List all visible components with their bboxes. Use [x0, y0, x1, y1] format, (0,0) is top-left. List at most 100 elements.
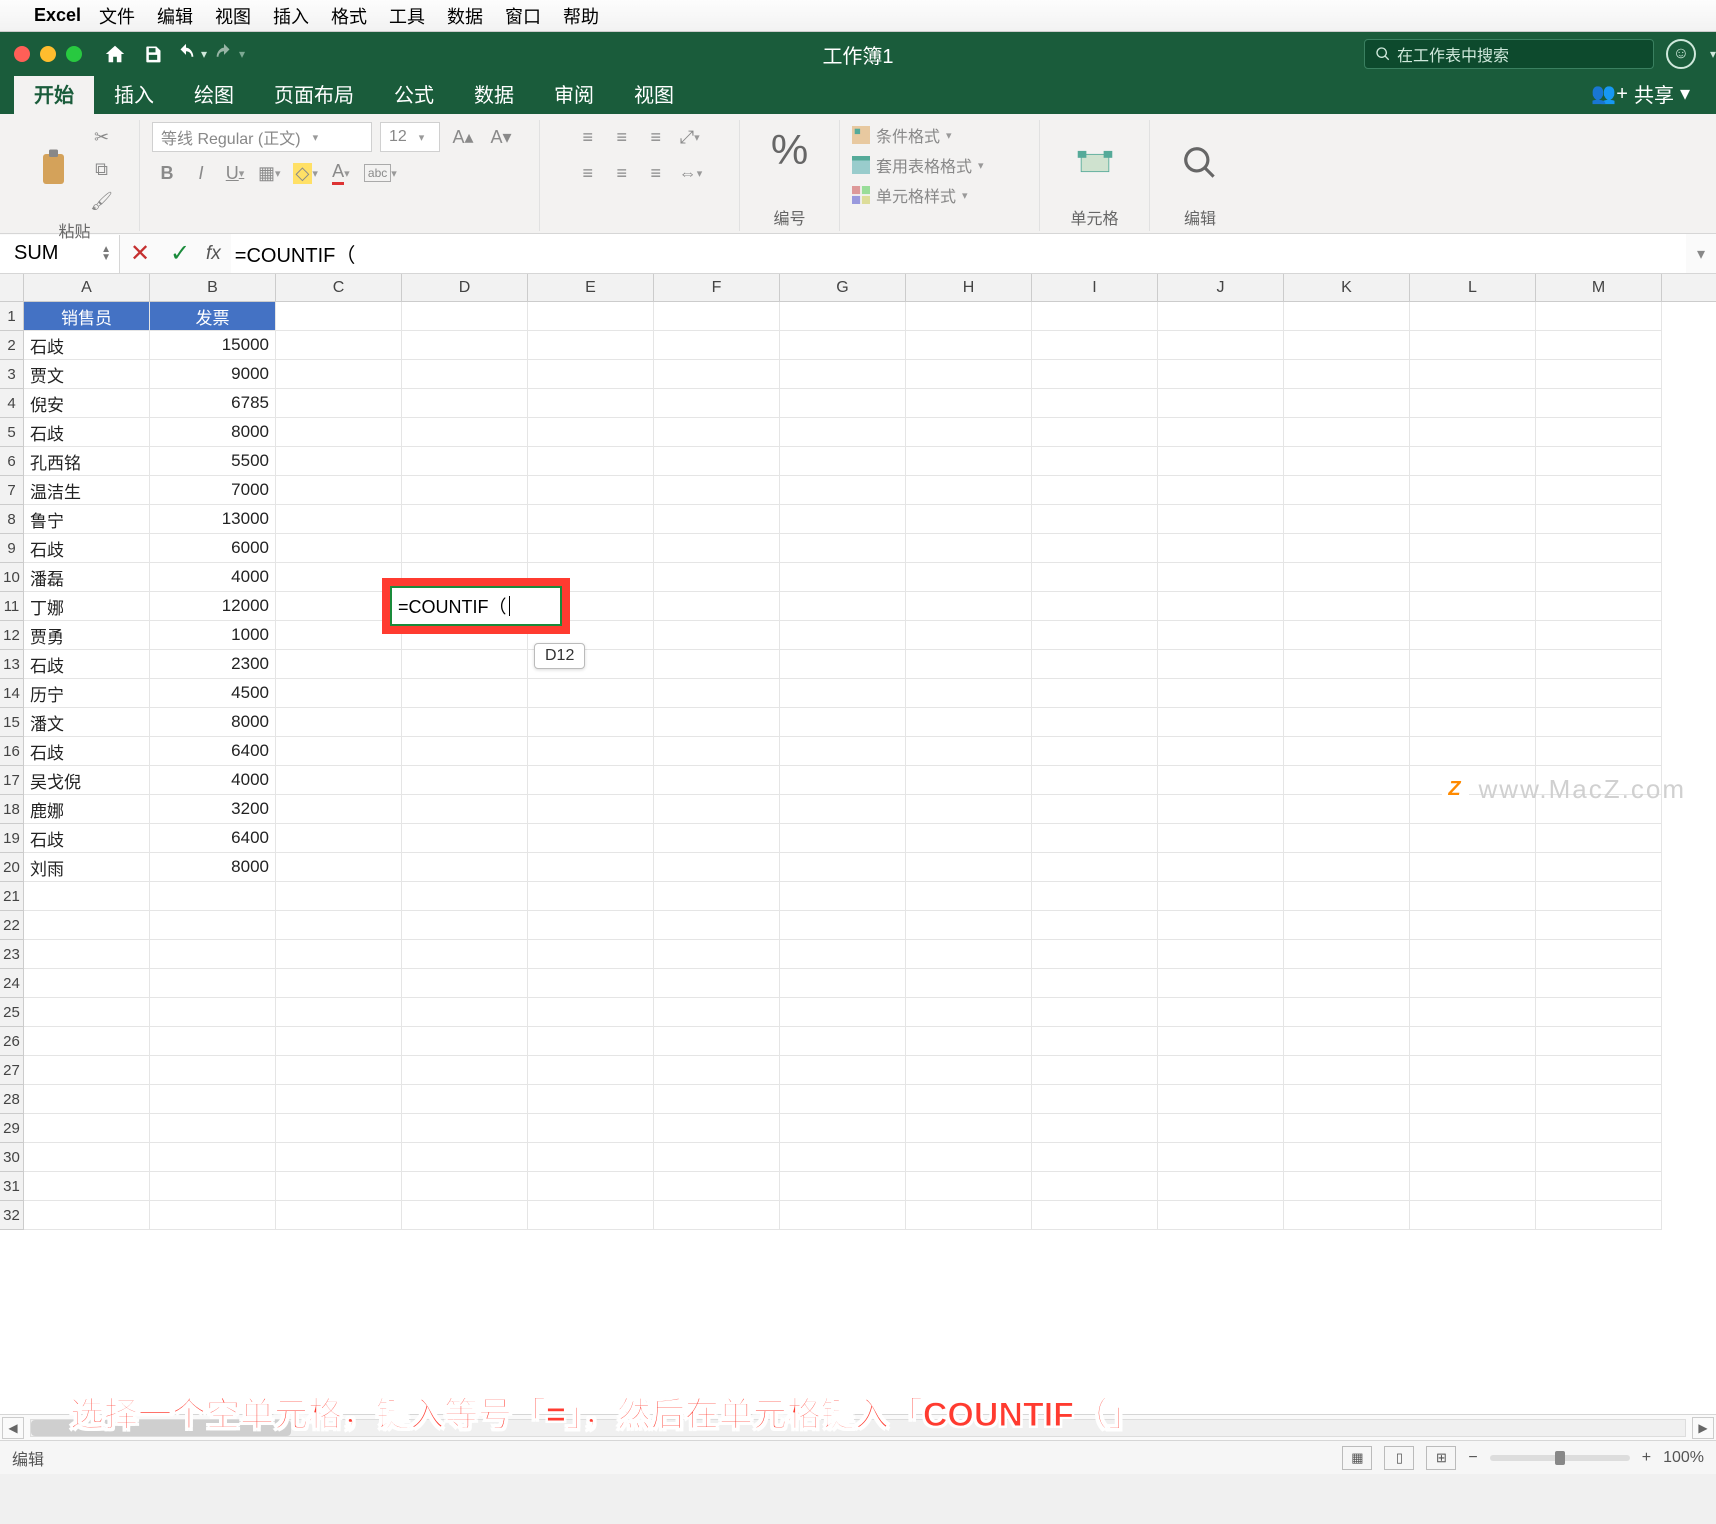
minimize-window-icon[interactable]: [40, 46, 56, 62]
cell[interactable]: [1158, 1201, 1284, 1230]
cell[interactable]: [24, 998, 150, 1027]
column-header[interactable]: M: [1536, 274, 1662, 301]
cell[interactable]: [1158, 418, 1284, 447]
cell[interactable]: [780, 853, 906, 882]
cell[interactable]: [1284, 650, 1410, 679]
cell[interactable]: [528, 1172, 654, 1201]
cell[interactable]: [654, 476, 780, 505]
column-header[interactable]: D: [402, 274, 528, 301]
menu-format[interactable]: 格式: [331, 3, 367, 29]
cell[interactable]: [1284, 998, 1410, 1027]
cell[interactable]: 6400: [150, 737, 276, 766]
cell[interactable]: [24, 969, 150, 998]
cell[interactable]: [276, 534, 402, 563]
cell[interactable]: 发票: [150, 302, 276, 331]
cell[interactable]: [1536, 331, 1662, 360]
column-header[interactable]: F: [654, 274, 780, 301]
cell[interactable]: [1536, 853, 1662, 882]
cell[interactable]: [906, 882, 1032, 911]
cell[interactable]: 7000: [150, 476, 276, 505]
cell[interactable]: [1410, 505, 1536, 534]
cell[interactable]: 贾文: [24, 360, 150, 389]
align-middle-icon[interactable]: ≡: [607, 122, 637, 152]
edit-find-icon[interactable]: [1177, 135, 1223, 191]
cell[interactable]: [1536, 1056, 1662, 1085]
cell[interactable]: [654, 592, 780, 621]
cell[interactable]: [276, 766, 402, 795]
column-header[interactable]: K: [1284, 274, 1410, 301]
cell[interactable]: [1158, 1027, 1284, 1056]
cell[interactable]: [1032, 360, 1158, 389]
table-format-button[interactable]: 套用表格格式▾: [852, 152, 1027, 178]
cell[interactable]: [150, 1201, 276, 1230]
fx-icon[interactable]: fx: [206, 243, 221, 265]
cell[interactable]: [402, 708, 528, 737]
cell[interactable]: [1032, 824, 1158, 853]
cell[interactable]: [24, 1201, 150, 1230]
cell[interactable]: [906, 389, 1032, 418]
cell[interactable]: [1158, 331, 1284, 360]
cell[interactable]: [276, 447, 402, 476]
cell[interactable]: [150, 1056, 276, 1085]
row-header[interactable]: 13: [0, 650, 24, 679]
cell[interactable]: [276, 708, 402, 737]
row-header[interactable]: 7: [0, 476, 24, 505]
cell[interactable]: [528, 1085, 654, 1114]
cell[interactable]: [1032, 1143, 1158, 1172]
cell[interactable]: 刘雨: [24, 853, 150, 882]
cell[interactable]: [780, 360, 906, 389]
cell[interactable]: [654, 911, 780, 940]
select-all-corner[interactable]: [0, 274, 24, 302]
cell[interactable]: [906, 621, 1032, 650]
cell[interactable]: [276, 1114, 402, 1143]
cell[interactable]: [1410, 969, 1536, 998]
cell[interactable]: [528, 766, 654, 795]
cell[interactable]: [276, 853, 402, 882]
cell[interactable]: 石歧: [24, 650, 150, 679]
cell[interactable]: [402, 505, 528, 534]
cell[interactable]: [402, 766, 528, 795]
cell[interactable]: [1410, 360, 1536, 389]
cell[interactable]: [654, 737, 780, 766]
cell[interactable]: [1536, 969, 1662, 998]
cell[interactable]: 6000: [150, 534, 276, 563]
cell[interactable]: [1158, 853, 1284, 882]
cell[interactable]: [150, 1172, 276, 1201]
cell[interactable]: [780, 476, 906, 505]
cell[interactable]: [1158, 795, 1284, 824]
spreadsheet-grid[interactable]: ABCDEFGHIJKLM 12345678910111213141516171…: [0, 274, 1716, 1414]
cell[interactable]: [1410, 940, 1536, 969]
cell[interactable]: [1032, 389, 1158, 418]
scroll-left-icon[interactable]: ◀: [2, 1417, 24, 1439]
cell[interactable]: [780, 795, 906, 824]
menu-help[interactable]: 帮助: [563, 3, 599, 29]
cell[interactable]: [1536, 1201, 1662, 1230]
row-header[interactable]: 19: [0, 824, 24, 853]
cell[interactable]: [654, 940, 780, 969]
cell[interactable]: [1536, 1172, 1662, 1201]
cell[interactable]: [1158, 534, 1284, 563]
cell[interactable]: 8000: [150, 708, 276, 737]
cell[interactable]: [150, 1143, 276, 1172]
cell[interactable]: [906, 737, 1032, 766]
cell[interactable]: [1158, 447, 1284, 476]
cell[interactable]: [906, 1056, 1032, 1085]
cell[interactable]: [1158, 708, 1284, 737]
cell[interactable]: [1536, 563, 1662, 592]
cell[interactable]: [1536, 534, 1662, 563]
cell[interactable]: 13000: [150, 505, 276, 534]
cell[interactable]: [1284, 1143, 1410, 1172]
cell[interactable]: 6785: [150, 389, 276, 418]
cell[interactable]: [1536, 389, 1662, 418]
cell[interactable]: [1158, 1056, 1284, 1085]
cell[interactable]: [402, 302, 528, 331]
cell[interactable]: [1158, 911, 1284, 940]
cell[interactable]: [150, 1027, 276, 1056]
menu-view[interactable]: 视图: [215, 3, 251, 29]
cell[interactable]: [276, 1172, 402, 1201]
cell[interactable]: [1284, 853, 1410, 882]
column-header[interactable]: E: [528, 274, 654, 301]
cell[interactable]: [1158, 621, 1284, 650]
cell[interactable]: [780, 679, 906, 708]
cell[interactable]: [780, 418, 906, 447]
